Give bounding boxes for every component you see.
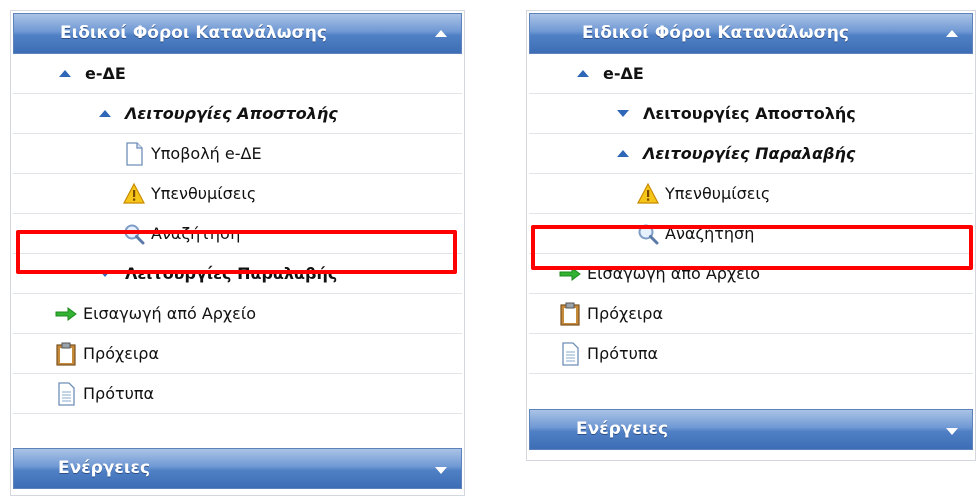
expanded-arrow-icon bbox=[99, 110, 111, 117]
section-header-excise[interactable]: Ειδικοί Φόροι Κατανάλωσης bbox=[529, 13, 973, 54]
menu-item-label: Πρότυπα bbox=[83, 384, 155, 403]
menu-item-label: Πρότυπα bbox=[587, 344, 659, 363]
document-lines-icon bbox=[559, 341, 581, 366]
menu-item-send-ops[interactable]: Λειτουργίες Αποστολής bbox=[529, 94, 973, 134]
menu-item-import-file[interactable]: Εισαγωγή από Αρχείο bbox=[13, 294, 462, 334]
expand-down-icon[interactable] bbox=[946, 428, 958, 435]
menu-item-label: Πρόχειρα bbox=[83, 344, 159, 363]
expanded-arrow-icon bbox=[617, 150, 629, 157]
section-header-actions[interactable]: Ενέργειες bbox=[529, 409, 973, 450]
menu-item-search[interactable]: Αναζήτηση bbox=[13, 214, 462, 254]
menu-item-drafts[interactable]: Πρόχειρα bbox=[529, 294, 973, 334]
expanded-arrow-icon bbox=[59, 70, 71, 77]
menu-item-label: Αναζήτηση bbox=[151, 224, 241, 243]
menu-item-label: Πρόχειρα bbox=[587, 304, 663, 323]
clipboard-icon bbox=[559, 302, 581, 326]
menu-item-label: Λειτουργίες Παραλαβής bbox=[643, 144, 856, 163]
section-header-label: Ενέργειες bbox=[58, 458, 151, 478]
menu-item-label: Υποβολή e-ΔΕ bbox=[151, 144, 262, 163]
magnifier-icon bbox=[637, 222, 659, 246]
menu-item-label: Λειτουργίες Αποστολής bbox=[643, 104, 856, 123]
section-header-label: Ειδικοί Φόροι Κατανάλωσης bbox=[582, 23, 849, 43]
warning-icon bbox=[637, 182, 659, 206]
warning-icon bbox=[123, 182, 145, 206]
menu-item-label: e-ΔΕ bbox=[85, 64, 126, 83]
document-lines-icon bbox=[55, 381, 77, 406]
collapse-up-icon[interactable] bbox=[946, 30, 958, 37]
menu-item-label: Υπενθυμίσεις bbox=[665, 184, 771, 203]
section-header-excise[interactable]: Ειδικοί Φόροι Κατανάλωσης bbox=[13, 13, 462, 54]
menu-item-edde[interactable]: e-ΔΕ bbox=[13, 54, 462, 94]
menu-item-label: e-ΔΕ bbox=[603, 64, 644, 83]
clipboard-icon bbox=[55, 342, 77, 366]
magnifier-icon bbox=[123, 222, 145, 246]
expand-down-icon[interactable] bbox=[435, 467, 447, 474]
menu-item-submit[interactable]: Υποβολή e-ΔΕ bbox=[13, 134, 462, 174]
section-header-actions[interactable]: Ενέργειες bbox=[13, 448, 462, 489]
collapse-up-icon[interactable] bbox=[435, 30, 447, 37]
collapsed-arrow-icon bbox=[617, 110, 629, 117]
menu-item-import-file[interactable]: Εισαγωγή από Αρχείο bbox=[529, 254, 973, 294]
menu-item-label: Λειτουργίες Αποστολής bbox=[125, 104, 338, 123]
menu-item-send-ops[interactable]: Λειτουργίες Αποστολής bbox=[13, 94, 462, 134]
menu-item-label: Λειτουργίες Παραλαβής bbox=[125, 264, 338, 283]
menu-item-label: Αναζήτηση bbox=[665, 224, 755, 243]
green-arrow-icon bbox=[55, 302, 77, 326]
green-arrow-icon bbox=[559, 262, 581, 286]
section-header-label: Ενέργειες bbox=[576, 419, 669, 439]
menu-item-label: Εισαγωγή από Αρχείο bbox=[587, 264, 761, 283]
left-menu-panel: Ειδικοί Φόροι Κατανάλωσης e-ΔΕ Λειτουργί… bbox=[10, 10, 465, 496]
menu-item-reminders[interactable]: Υπενθυμίσεις bbox=[13, 174, 462, 214]
menu-item-search[interactable]: Αναζήτηση bbox=[529, 214, 973, 254]
menu-item-drafts[interactable]: Πρόχειρα bbox=[13, 334, 462, 374]
right-menu-panel: Ειδικοί Φόροι Κατανάλωσης e-ΔΕ Λειτουργί… bbox=[526, 10, 976, 461]
menu-item-label: Υπενθυμίσεις bbox=[151, 184, 257, 203]
menu-item-label: Εισαγωγή από Αρχείο bbox=[83, 304, 257, 323]
menu-item-receive-ops[interactable]: Λειτουργίες Παραλαβής bbox=[529, 134, 973, 174]
menu-item-templates[interactable]: Πρότυπα bbox=[529, 334, 973, 374]
menu-item-receive-ops[interactable]: Λειτουργίες Παραλαβής bbox=[13, 254, 462, 294]
menu-item-edde[interactable]: e-ΔΕ bbox=[529, 54, 973, 94]
document-icon bbox=[123, 141, 145, 166]
expanded-arrow-icon bbox=[577, 70, 589, 77]
section-header-label: Ειδικοί Φόροι Κατανάλωσης bbox=[60, 23, 327, 43]
menu-item-reminders[interactable]: Υπενθυμίσεις bbox=[529, 174, 973, 214]
collapsed-arrow-icon bbox=[99, 270, 111, 277]
menu-item-templates[interactable]: Πρότυπα bbox=[13, 374, 462, 414]
